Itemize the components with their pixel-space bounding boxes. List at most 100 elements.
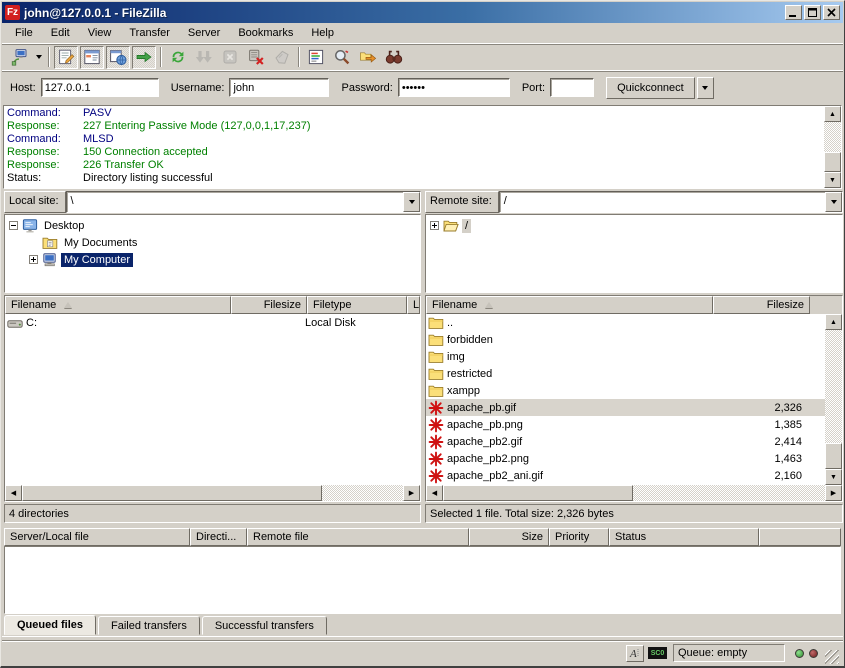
quickconnect-bar: Host: Username: Password: Port: Quickcon… <box>2 70 843 104</box>
column-header-server-local-file[interactable]: Server/Local file <box>4 528 190 546</box>
toggle-message-log-icon <box>57 48 75 66</box>
tree-item-my-computer[interactable]: My Computer <box>5 251 420 268</box>
local-list-hscrollbar[interactable]: ◀ ▶ <box>5 485 420 501</box>
menu-item-bookmarks[interactable]: Bookmarks <box>229 25 302 41</box>
transfer-type-icon[interactable]: A <box>626 645 644 662</box>
column-header-l[interactable]: L <box>407 296 420 314</box>
host-input[interactable] <box>41 78 159 97</box>
tab-queued-files[interactable]: Queued files <box>4 615 96 635</box>
password-input[interactable] <box>398 78 510 97</box>
folder-icon <box>428 332 444 348</box>
menu-item-edit[interactable]: Edit <box>42 25 79 41</box>
scrollbar-track[interactable] <box>633 485 825 501</box>
menu-item-server[interactable]: Server <box>179 25 229 41</box>
scrollbar-track[interactable] <box>322 485 403 501</box>
column-header-size[interactable]: Size <box>469 528 549 546</box>
scroll-left-icon[interactable]: ◀ <box>5 485 22 501</box>
message-log-vscrollbar[interactable]: ▲ ▼ <box>824 106 841 188</box>
local-site-dropdown-button[interactable] <box>403 192 420 212</box>
local-site-combobox[interactable]: \ <box>66 191 421 213</box>
activity-led-green-icon <box>795 649 804 658</box>
remote-list-vscrollbar[interactable]: ▲ ▼ <box>825 314 842 485</box>
column-header-remote-file[interactable]: Remote file <box>247 528 469 546</box>
username-input[interactable] <box>229 78 329 97</box>
minimize-button[interactable] <box>785 5 802 20</box>
file-row-apache-pb-gif[interactable]: apache_pb.gif2,326 <box>426 399 825 416</box>
column-header-priority[interactable]: Priority <box>549 528 609 546</box>
file-row-img[interactable]: img <box>426 348 825 365</box>
toggle-message-log-button[interactable] <box>54 46 78 69</box>
scroll-up-icon[interactable]: ▲ <box>824 106 841 122</box>
scroll-up-icon[interactable]: ▲ <box>825 314 842 330</box>
scrollbar-thumb[interactable] <box>824 152 841 172</box>
directory-comparison-button[interactable] <box>382 46 406 69</box>
scroll-right-icon[interactable]: ▶ <box>403 485 420 501</box>
column-header-filesize[interactable]: Filesize <box>231 296 307 314</box>
collapse-icon[interactable] <box>9 221 18 230</box>
image-file-icon <box>428 468 444 484</box>
quickconnect-button[interactable]: Quickconnect <box>606 77 695 99</box>
expand-icon[interactable] <box>29 255 38 264</box>
scrollbar-thumb[interactable] <box>443 485 633 501</box>
file-row-c-[interactable]: C:Local Disk <box>5 314 420 331</box>
synchronized-browsing-button[interactable] <box>356 46 380 69</box>
scroll-down-icon[interactable]: ▼ <box>825 469 842 485</box>
scroll-left-icon[interactable]: ◀ <box>426 485 443 501</box>
remote-list-hscrollbar[interactable]: ◀ ▶ <box>426 485 842 501</box>
disconnect-button[interactable] <box>244 46 268 69</box>
menu-item-help[interactable]: Help <box>302 25 343 41</box>
file-row-apache-pb-png[interactable]: apache_pb.png1,385 <box>426 416 825 433</box>
site-manager-dropdown-button[interactable] <box>32 46 45 69</box>
folder-icon <box>428 383 444 399</box>
tab-successful-transfers[interactable]: Successful transfers <box>202 616 327 635</box>
port-input[interactable] <box>550 78 594 97</box>
file-row-apache-pb2-ani-gif[interactable]: apache_pb2_ani.gif2,160 <box>426 467 825 484</box>
file-row--[interactable]: .. <box>426 314 825 331</box>
remote-status-text: Selected 1 file. Total size: 2,326 bytes <box>425 504 843 523</box>
menu-item-file[interactable]: File <box>6 25 42 41</box>
column-header-directi-[interactable]: Directi... <box>190 528 247 546</box>
file-row-xampp[interactable]: xampp <box>426 382 825 399</box>
toggle-remote-tree-button[interactable] <box>106 46 130 69</box>
tree-item-my-documents[interactable]: My Documents <box>5 234 420 251</box>
column-header-filename[interactable]: Filename <box>426 296 713 314</box>
menu-item-view[interactable]: View <box>79 25 121 41</box>
resize-grip[interactable] <box>825 650 839 664</box>
scrollbar-thumb[interactable] <box>825 443 842 469</box>
toggle-transfer-queue-button[interactable] <box>132 46 156 69</box>
scroll-right-icon[interactable]: ▶ <box>825 485 842 501</box>
remote-site-dropdown-button[interactable] <box>825 192 842 212</box>
tab-failed-transfers[interactable]: Failed transfers <box>98 616 200 635</box>
column-header-blank[interactable] <box>759 528 841 546</box>
cell-name: apache_pb2_ani.gif <box>447 470 711 482</box>
file-row-apache-pb2-gif[interactable]: apache_pb2.gif2,414 <box>426 433 825 450</box>
file-row-forbidden[interactable]: forbidden <box>426 331 825 348</box>
close-button[interactable] <box>823 5 840 20</box>
file-row-restricted[interactable]: restricted <box>426 365 825 382</box>
tree-item-desktop[interactable]: Desktop <box>5 217 420 234</box>
scrollbar-track[interactable] <box>825 330 842 443</box>
file-row-apache-pb2-png[interactable]: apache_pb2.png1,463 <box>426 450 825 467</box>
log-line-label: Command: <box>7 133 83 146</box>
find-files-button[interactable] <box>330 46 354 69</box>
scroll-down-icon[interactable]: ▼ <box>824 172 841 188</box>
process-queue-icon <box>195 48 213 66</box>
scrollbar-track[interactable] <box>824 122 841 152</box>
chevron-down-icon <box>36 55 42 59</box>
menu-item-transfer[interactable]: Transfer <box>120 25 179 41</box>
column-header-filename[interactable]: Filename <box>5 296 231 314</box>
encryption-indicator-icon[interactable]: SC0 <box>648 647 667 659</box>
site-manager-button[interactable] <box>7 46 31 69</box>
toggle-local-tree-button[interactable] <box>80 46 104 69</box>
column-header-filesize[interactable]: Filesize <box>713 296 810 314</box>
quickconnect-dropdown-button[interactable] <box>697 77 714 99</box>
remote-site-combobox[interactable]: / <box>499 191 843 213</box>
column-header-filetype[interactable]: Filetype <box>307 296 407 314</box>
scrollbar-thumb[interactable] <box>22 485 322 501</box>
column-header-status[interactable]: Status <box>609 528 759 546</box>
maximize-button[interactable] <box>804 5 821 20</box>
expand-icon[interactable] <box>430 221 439 230</box>
refresh-button[interactable] <box>166 46 190 69</box>
directory-listing-button[interactable] <box>304 46 328 69</box>
tree-item--[interactable]: / <box>426 217 842 234</box>
